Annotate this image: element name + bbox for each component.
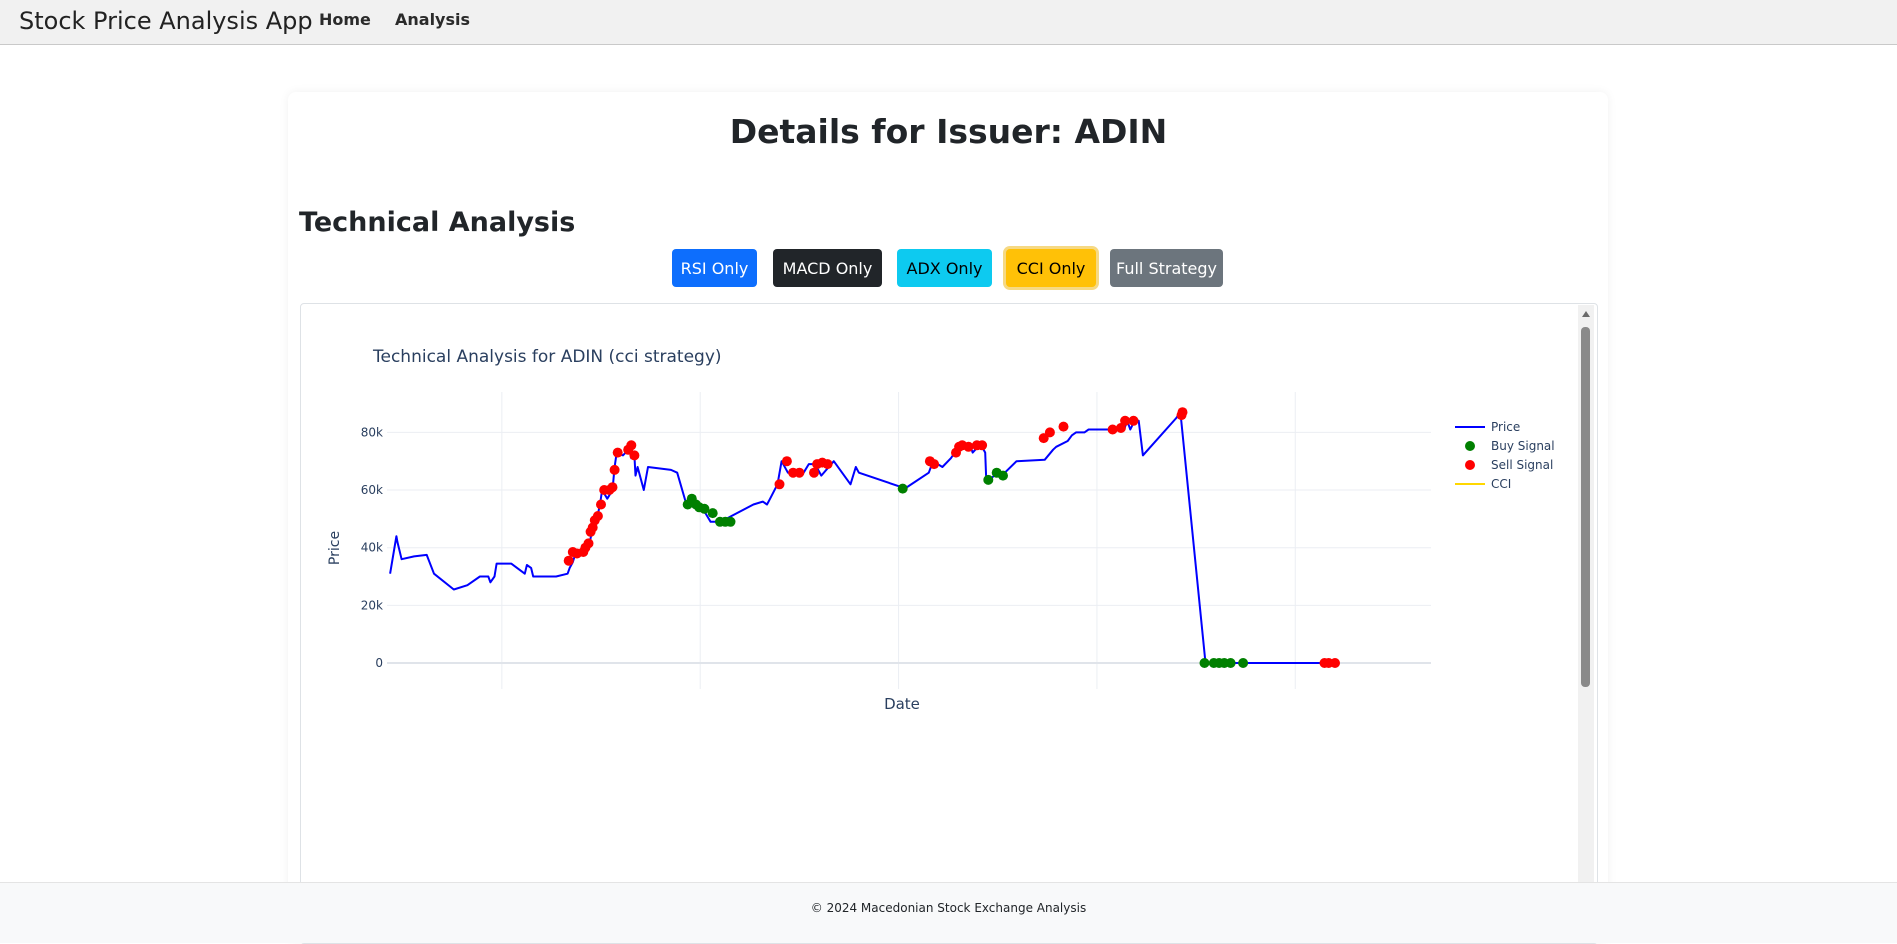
buy-signal-point bbox=[1199, 658, 1210, 668]
adx-only-button[interactable]: ADX Only bbox=[897, 249, 992, 287]
legend-price-label: Price bbox=[1491, 420, 1520, 434]
buy-signal-point bbox=[983, 474, 994, 485]
buy-signal-point bbox=[707, 508, 718, 519]
nav-home-link[interactable]: Home bbox=[319, 10, 371, 29]
rsi-only-button[interactable]: RSI Only bbox=[672, 249, 757, 287]
buy-signal-point bbox=[998, 470, 1008, 481]
sell-signal-point bbox=[596, 499, 606, 510]
y-tick-label: 40k bbox=[361, 541, 383, 555]
scrollbar-thumb[interactable] bbox=[1581, 327, 1590, 687]
y-tick-label: 80k bbox=[361, 425, 383, 439]
sell-signal-point bbox=[626, 440, 637, 451]
legend-sell-signal-marker bbox=[1465, 460, 1475, 470]
sell-signal-point bbox=[563, 555, 574, 566]
legend-cci-label: CCI bbox=[1491, 477, 1511, 491]
sell-signal-point bbox=[1177, 407, 1188, 418]
cci-only-button[interactable]: CCI Only bbox=[1006, 249, 1096, 287]
sell-signal-point bbox=[609, 464, 620, 475]
technical-analysis-chart: 0 20k 40k 60k 80k Technical Analysis for ADI… bbox=[327, 347, 1555, 713]
section-title: Technical Analysis bbox=[299, 207, 576, 238]
chart-scrollbar[interactable] bbox=[1578, 305, 1594, 942]
sell-signal-point bbox=[822, 459, 833, 470]
sell-signal-point bbox=[1044, 427, 1055, 438]
sell-signal-point bbox=[963, 441, 974, 452]
legend-sell-signal-label: Sell Signal bbox=[1491, 458, 1553, 472]
y-axis-label: Price bbox=[327, 531, 343, 565]
y-tick-label: 60k bbox=[361, 483, 383, 497]
chart-series bbox=[389, 407, 1340, 668]
sell-signal-point bbox=[612, 447, 623, 458]
chart-title: Technical Analysis for ADIN (cci strateg… bbox=[372, 347, 722, 367]
buy-signal-point bbox=[1225, 658, 1236, 668]
sell-signal-point bbox=[774, 479, 785, 490]
full-strategy-button[interactable]: Full Strategy bbox=[1110, 249, 1223, 287]
chart-legend: Price Buy Signal Sell Signal CCI bbox=[1455, 420, 1555, 491]
app-brand[interactable]: Stock Price Analysis App bbox=[19, 7, 313, 35]
sell-signal-point bbox=[794, 467, 805, 478]
price-line bbox=[389, 411, 1340, 664]
navbar: Stock Price Analysis App Home Analysis bbox=[0, 0, 1897, 45]
legend-buy-signal-label: Buy Signal bbox=[1491, 439, 1555, 453]
legend-buy-signal-marker bbox=[1465, 441, 1475, 451]
y-tick-label: 20k bbox=[361, 598, 383, 612]
page-footer: © 2024 Macedonian Stock Exchange Analysi… bbox=[0, 882, 1897, 943]
chart-grid bbox=[387, 392, 1431, 689]
sell-signal-point bbox=[583, 538, 594, 549]
sell-signal-point bbox=[607, 482, 618, 493]
buy-signal-point bbox=[897, 483, 908, 494]
nav-analysis-link[interactable]: Analysis bbox=[395, 10, 470, 29]
sell-signal-point bbox=[781, 456, 792, 467]
macd-only-button[interactable]: MACD Only bbox=[773, 249, 882, 287]
chart-container: 0 20k 40k 60k 80k Technical Analysis for ADI… bbox=[300, 303, 1598, 944]
sell-signal-point bbox=[592, 511, 603, 521]
buy-signal-point bbox=[725, 516, 736, 527]
footer-text: © 2024 Macedonian Stock Exchange Analysi… bbox=[810, 901, 1087, 915]
x-axis-label: Date bbox=[884, 695, 920, 713]
sell-signal-point bbox=[1107, 424, 1118, 435]
page-title: Details for Issuer: ADIN bbox=[729, 112, 1168, 151]
sell-signal-point bbox=[1128, 415, 1139, 426]
sell-signal-point bbox=[929, 459, 940, 470]
sell-signal-point bbox=[629, 450, 640, 461]
sell-signal-point bbox=[1330, 658, 1340, 668]
sell-signal-point bbox=[1058, 421, 1069, 432]
sell-signal-point bbox=[977, 440, 988, 451]
sell-signal-point bbox=[809, 467, 819, 478]
buy-signal-point bbox=[1238, 658, 1249, 668]
scroll-up-icon[interactable] bbox=[1582, 311, 1590, 317]
y-tick-label: 0 bbox=[375, 656, 383, 670]
chart-axes: 0 20k 40k 60k 80k bbox=[361, 425, 383, 670]
